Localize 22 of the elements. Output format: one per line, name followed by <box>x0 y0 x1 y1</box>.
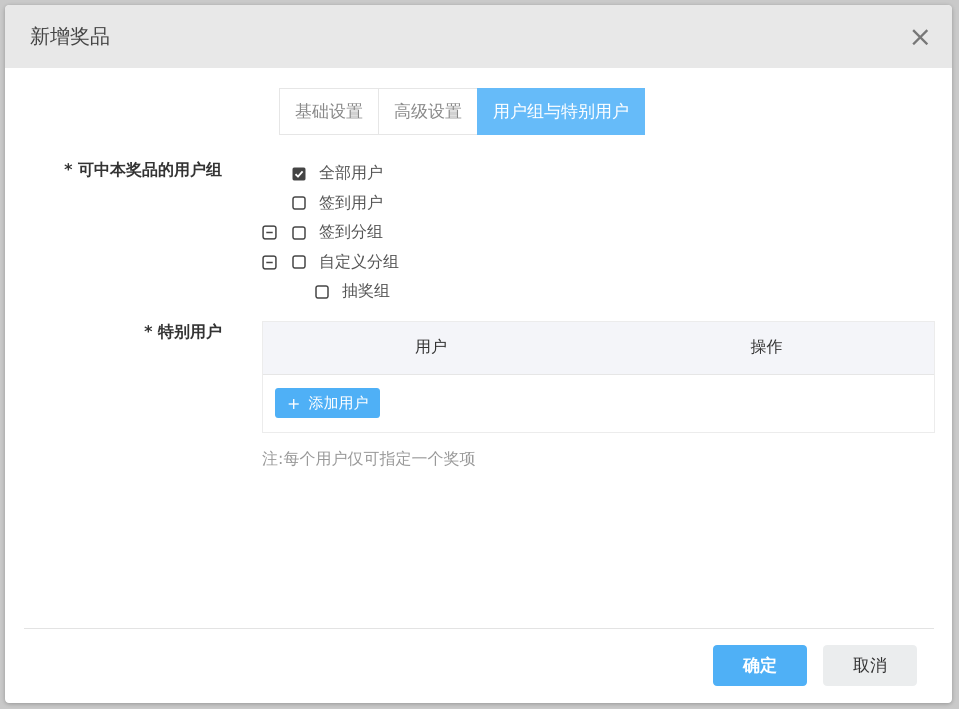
checkbox[interactable] <box>292 226 306 240</box>
field-label: * 可中本奖品的用户组 <box>63 159 222 181</box>
checkbox[interactable] <box>315 284 329 299</box>
tab[interactable]: 高级设置 <box>378 88 478 135</box>
tree-item-label[interactable]: 全部用户 <box>319 163 383 184</box>
checkbox[interactable] <box>292 196 306 210</box>
close-button[interactable]: × <box>908 22 932 50</box>
tree-item-label[interactable]: 自定义分组 <box>319 252 399 273</box>
dialog-title: 新增奖品 <box>30 23 110 50</box>
checkbox[interactable] <box>292 166 306 181</box>
note-text: 注:每个用户仅可指定一个奖项 <box>262 448 476 470</box>
column-header: 用户 <box>414 337 448 358</box>
checkbox[interactable] <box>292 255 306 270</box>
column-header: 操作 <box>749 337 784 358</box>
collapse-icon[interactable] <box>262 225 277 240</box>
tab[interactable]: 基础设置 <box>279 88 379 135</box>
tree-item-label[interactable]: 签到分组 <box>319 222 383 244</box>
tree-item-label[interactable]: 抽奖组 <box>342 281 390 302</box>
field-label: * 特别用户 <box>143 320 222 342</box>
tree-item-label[interactable]: 签到用户 <box>319 192 383 214</box>
cancel-button[interactable]: 取消 <box>823 645 917 686</box>
collapse-icon[interactable] <box>262 254 277 270</box>
